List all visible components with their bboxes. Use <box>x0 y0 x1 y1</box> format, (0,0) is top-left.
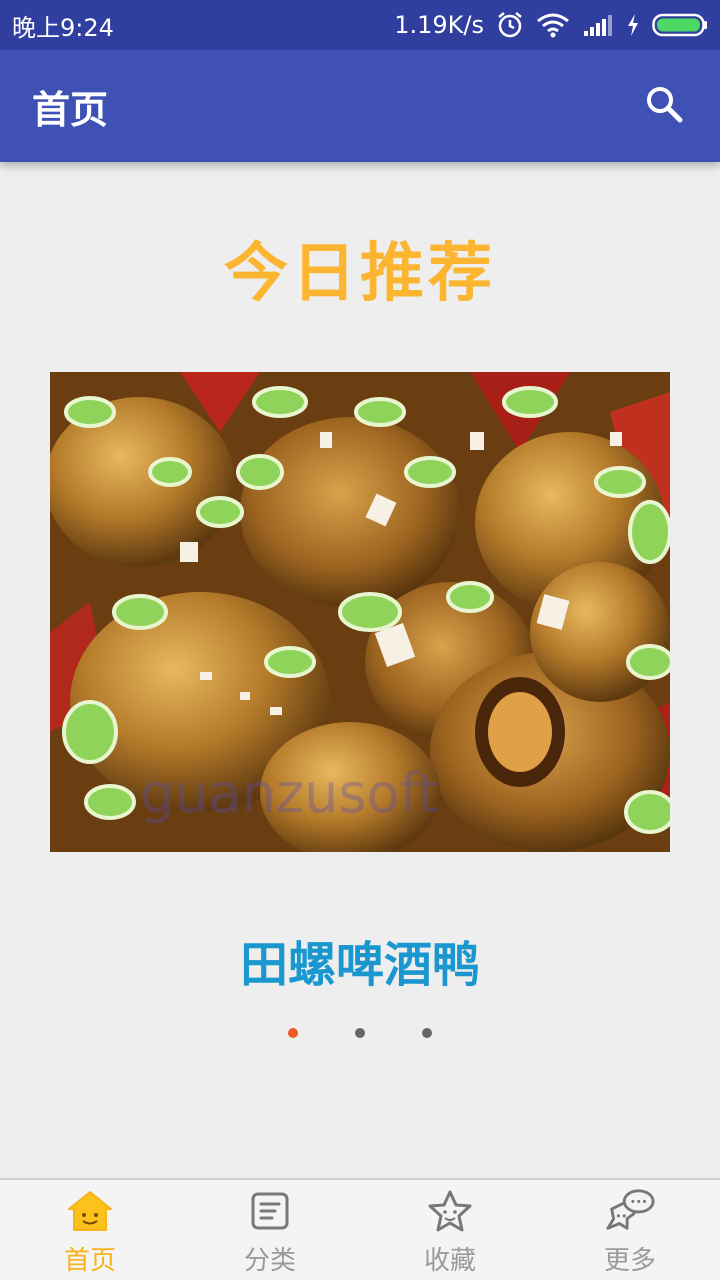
status-bar: 晚上9:24 1.19K/s <box>0 0 720 50</box>
category-list-icon <box>244 1186 296 1236</box>
status-time: 晚上9:24 <box>12 13 114 42</box>
carousel-dot[interactable] <box>422 1028 432 1038</box>
carousel-dot[interactable] <box>355 1028 365 1038</box>
recommendation-heading: 今日推荐 <box>224 237 496 311</box>
nav-item-category[interactable]: 分类 <box>180 1180 360 1280</box>
nav-label-more: 更多 <box>603 1246 656 1276</box>
app-bar: 首页 <box>0 50 720 162</box>
dish-image[interactable]: guanzusoft <box>50 372 670 852</box>
dish-name[interactable]: 田螺啤酒鸭 <box>0 925 720 995</box>
search-button[interactable] <box>640 82 688 130</box>
signal-icon <box>582 13 614 37</box>
search-icon <box>644 84 684 128</box>
nav-item-more[interactable]: 更多 <box>540 1180 720 1280</box>
nav-label-category: 分类 <box>243 1246 296 1276</box>
image-watermark: guanzusoft <box>140 762 439 825</box>
star-favorite-icon <box>424 1186 476 1236</box>
page-title: 首页 <box>32 87 109 132</box>
status-right: 1.19K/s <box>394 11 708 39</box>
home-icon <box>64 1186 116 1236</box>
bottom-navigation: 首页 分类 收藏 更多 <box>0 1178 720 1280</box>
wifi-icon <box>536 12 570 38</box>
chat-more-icon <box>604 1186 656 1236</box>
nav-label-favorites: 收藏 <box>423 1246 476 1276</box>
nav-label-home: 首页 <box>63 1246 116 1276</box>
charging-icon <box>626 13 640 37</box>
alarm-icon <box>496 11 524 39</box>
carousel-dot-active[interactable] <box>288 1028 298 1038</box>
carousel-indicator <box>0 1028 720 1040</box>
nav-item-favorites[interactable]: 收藏 <box>360 1180 540 1280</box>
network-speed: 1.19K/s <box>394 11 484 39</box>
nav-item-home[interactable]: 首页 <box>0 1180 180 1280</box>
battery-icon <box>652 12 708 38</box>
